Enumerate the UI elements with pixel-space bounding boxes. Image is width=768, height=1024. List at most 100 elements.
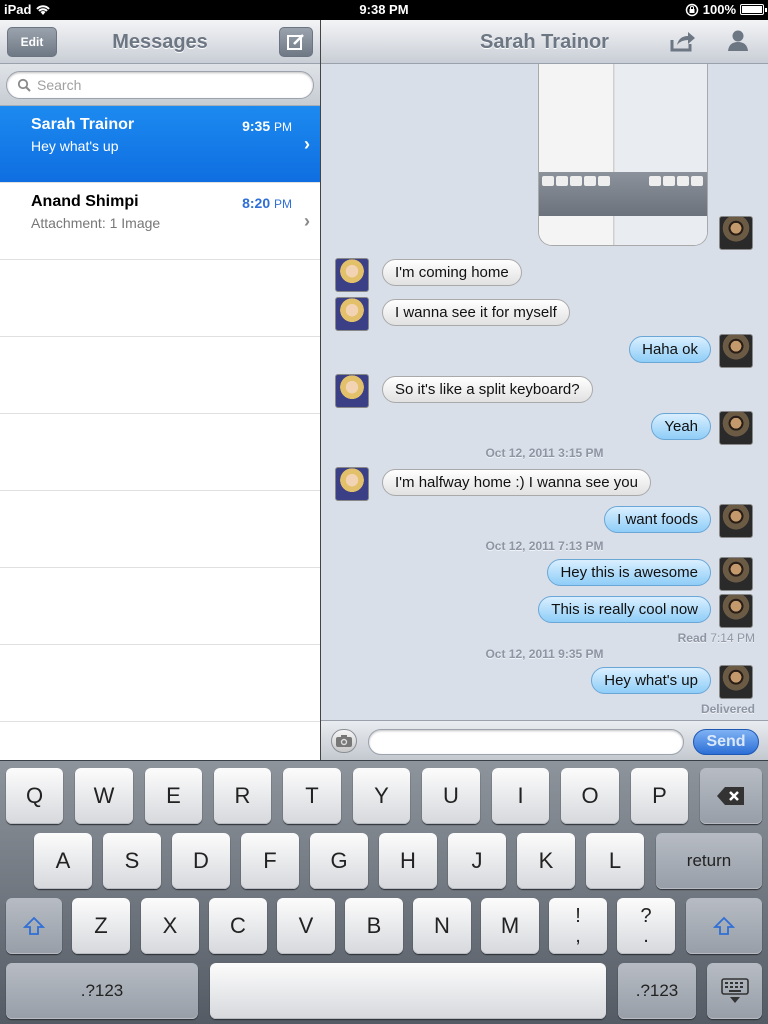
empty-row [0,491,320,568]
key-b[interactable]: B [345,898,403,954]
key-j[interactable]: J [448,833,506,889]
message-input-bar: Send [321,720,768,760]
camera-button[interactable] [331,729,357,753]
message-thread[interactable]: I'm coming home I wanna see it for mysel… [321,64,768,718]
battery-percent: 100% [702,2,736,17]
key-d[interactable]: D [172,833,230,889]
search-bar: Search [0,64,320,106]
key-exclaim-comma[interactable]: !, [549,898,607,954]
avatar [335,374,369,408]
empty-row [0,337,320,414]
keyboard: Q W E R T Y U I O P A S D F G H J K L re… [0,760,768,1024]
rotation-lock-icon [685,3,698,16]
share-icon [670,32,695,52]
key-a[interactable]: A [34,833,92,889]
message-outgoing[interactable]: Haha ok [629,336,711,363]
key-p[interactable]: P [631,768,688,824]
edit-button[interactable]: Edit [7,27,57,57]
avatar [719,504,753,538]
empty-row [0,414,320,491]
key-l[interactable]: L [586,833,644,889]
key-r[interactable]: R [214,768,271,824]
key-s[interactable]: S [103,833,161,889]
avatar [719,594,753,628]
image-attachment[interactable] [538,64,708,246]
avatar [335,297,369,331]
screenshot-keyboard [539,172,707,216]
key-z[interactable]: Z [72,898,130,954]
compose-button[interactable] [279,27,313,57]
message-outgoing[interactable]: Yeah [651,413,711,440]
message-input[interactable] [368,729,684,755]
empty-row [0,568,320,645]
send-button[interactable]: Send [693,729,759,755]
status-bar: iPad 9:38 PM 100% [0,0,768,20]
key-m[interactable]: M [481,898,539,954]
shift-key-right[interactable] [686,898,762,954]
delete-icon [717,787,744,805]
timestamp: Oct 12, 2011 3:15 PM [485,446,604,460]
message-outgoing[interactable]: This is really cool now [538,596,711,623]
timestamp: Oct 12, 2011 7:13 PM [485,539,604,553]
key-h[interactable]: H [379,833,437,889]
status-time: 9:38 PM [359,2,409,17]
message-incoming[interactable]: I'm coming home [382,259,522,286]
conversation-item-anand[interactable]: Anand Shimpi 8:20 PM Attachment: 1 Image… [0,183,320,260]
avatar [719,665,753,699]
conversation-list-pane: Messages Edit Search Sarah Trainor 9:35 … [0,20,320,760]
search-icon [17,78,31,92]
chevron-right-icon: › [304,211,310,231]
empty-row [0,260,320,337]
key-e[interactable]: E [145,768,202,824]
avatar [335,258,369,292]
conversation-name: Sarah Trainor [31,116,135,133]
key-k[interactable]: K [517,833,575,889]
timestamp: Oct 12, 2011 9:35 PM [485,647,604,661]
key-x[interactable]: X [141,898,199,954]
chat-pane: Sarah Trainor I'm coming home I wanna se… [321,20,768,760]
share-button[interactable] [669,28,699,56]
chat-navbar: Sarah Trainor [321,20,768,64]
key-o[interactable]: O [561,768,619,824]
key-u[interactable]: U [422,768,480,824]
conversation-time: 8:20 PM [242,195,292,211]
key-q[interactable]: Q [6,768,63,824]
key-v[interactable]: V [277,898,335,954]
key-w[interactable]: W [75,768,133,824]
message-outgoing[interactable]: Hey what's up [591,667,711,694]
key-i[interactable]: I [492,768,549,824]
conversation-preview: Hey what's up [31,138,119,154]
empty-row [0,645,320,722]
avatar [335,467,369,501]
key-g[interactable]: G [310,833,368,889]
numbers-key-left[interactable]: .?123 [6,963,198,1019]
delete-key[interactable] [700,768,762,824]
key-f[interactable]: F [241,833,299,889]
key-n[interactable]: N [413,898,471,954]
person-icon [728,30,748,51]
key-t[interactable]: T [283,768,341,824]
contact-button[interactable] [725,28,755,56]
search-input[interactable]: Search [6,71,314,99]
conversation-name: Anand Shimpi [31,193,139,210]
space-key[interactable] [210,963,606,1019]
return-key[interactable]: return [656,833,762,889]
shift-icon [713,916,735,935]
hide-keyboard-key[interactable] [707,963,762,1019]
key-y[interactable]: Y [353,768,410,824]
message-outgoing[interactable]: I want foods [604,506,711,533]
conversation-time: 9:35 PM [242,118,292,134]
message-outgoing[interactable]: Hey this is awesome [547,559,711,586]
avatar [719,411,753,445]
key-question-period[interactable]: ?. [617,898,675,954]
message-incoming[interactable]: I wanna see it for myself [382,299,570,326]
key-c[interactable]: C [209,898,267,954]
avatar [719,216,753,250]
message-incoming[interactable]: I'm halfway home :) I wanna see you [382,469,651,496]
message-incoming[interactable]: So it's like a split keyboard? [382,376,593,403]
conversation-item-sarah[interactable]: Sarah Trainor 9:35 PM Hey what's up › [0,106,320,183]
screenshot-image [539,64,707,245]
conversation-preview: Attachment: 1 Image [31,215,161,231]
shift-key-left[interactable] [6,898,62,954]
numbers-key-right[interactable]: .?123 [618,963,696,1019]
